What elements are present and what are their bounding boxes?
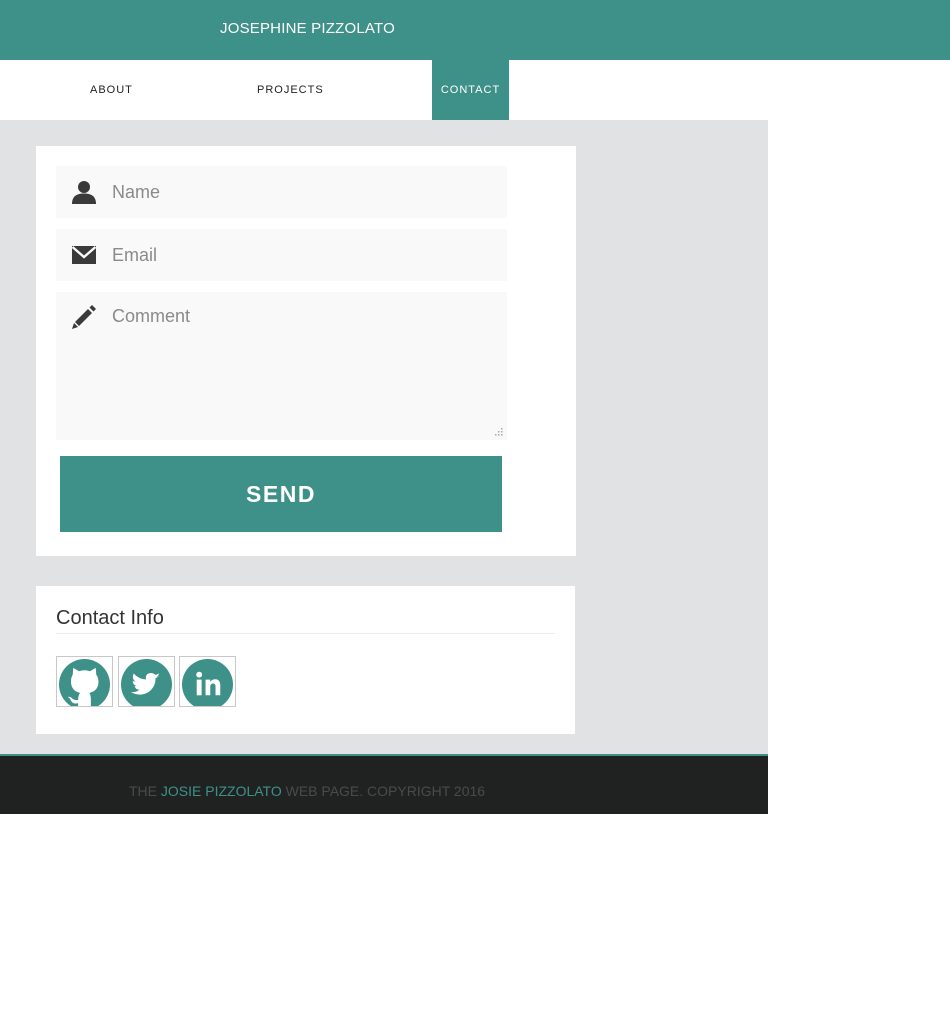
site-title: JOSEPHINE PIZZOLATO (220, 20, 395, 37)
github-icon (59, 659, 110, 706)
email-input[interactable] (112, 229, 497, 281)
name-input[interactable] (112, 166, 497, 218)
email-field-wrapper (56, 229, 507, 281)
send-button[interactable]: SEND (60, 456, 502, 532)
twitter-icon (121, 659, 172, 706)
footer-copyright: THE JOSIE PIZZOLATO WEB PAGE. COPYRIGHT … (129, 783, 485, 799)
nav-item-projects[interactable]: PROJECTS (257, 60, 324, 120)
main-nav: ABOUT PROJECTS CONTACT (0, 60, 950, 120)
footer-prefix: THE (129, 783, 161, 799)
github-link[interactable] (56, 656, 113, 707)
header-bar: JOSEPHINE PIZZOLATO (0, 0, 950, 60)
linkedin-icon (182, 659, 233, 706)
envelope-icon (71, 246, 97, 264)
nav-item-about[interactable]: ABOUT (90, 60, 133, 120)
comment-field-wrapper (56, 292, 507, 440)
contact-form: SEND (36, 146, 576, 556)
comment-input[interactable] (112, 306, 497, 426)
footer: THE JOSIE PIZZOLATO WEB PAGE. COPYRIGHT … (0, 756, 768, 814)
user-icon (72, 181, 96, 204)
linkedin-link[interactable] (179, 656, 236, 707)
footer-name: JOSIE PIZZOLATO (160, 783, 282, 799)
nav-item-contact[interactable]: CONTACT (432, 60, 509, 120)
pencil-icon (72, 305, 96, 329)
footer-suffix: WEB PAGE. COPYRIGHT 2016 (281, 783, 486, 799)
resize-handle-icon[interactable] (494, 427, 503, 436)
contact-info-title: Contact Info (56, 607, 164, 629)
contact-info-card: Contact Info (36, 586, 575, 734)
twitter-link[interactable] (118, 656, 175, 707)
divider (56, 633, 555, 634)
name-field-wrapper (56, 166, 507, 218)
